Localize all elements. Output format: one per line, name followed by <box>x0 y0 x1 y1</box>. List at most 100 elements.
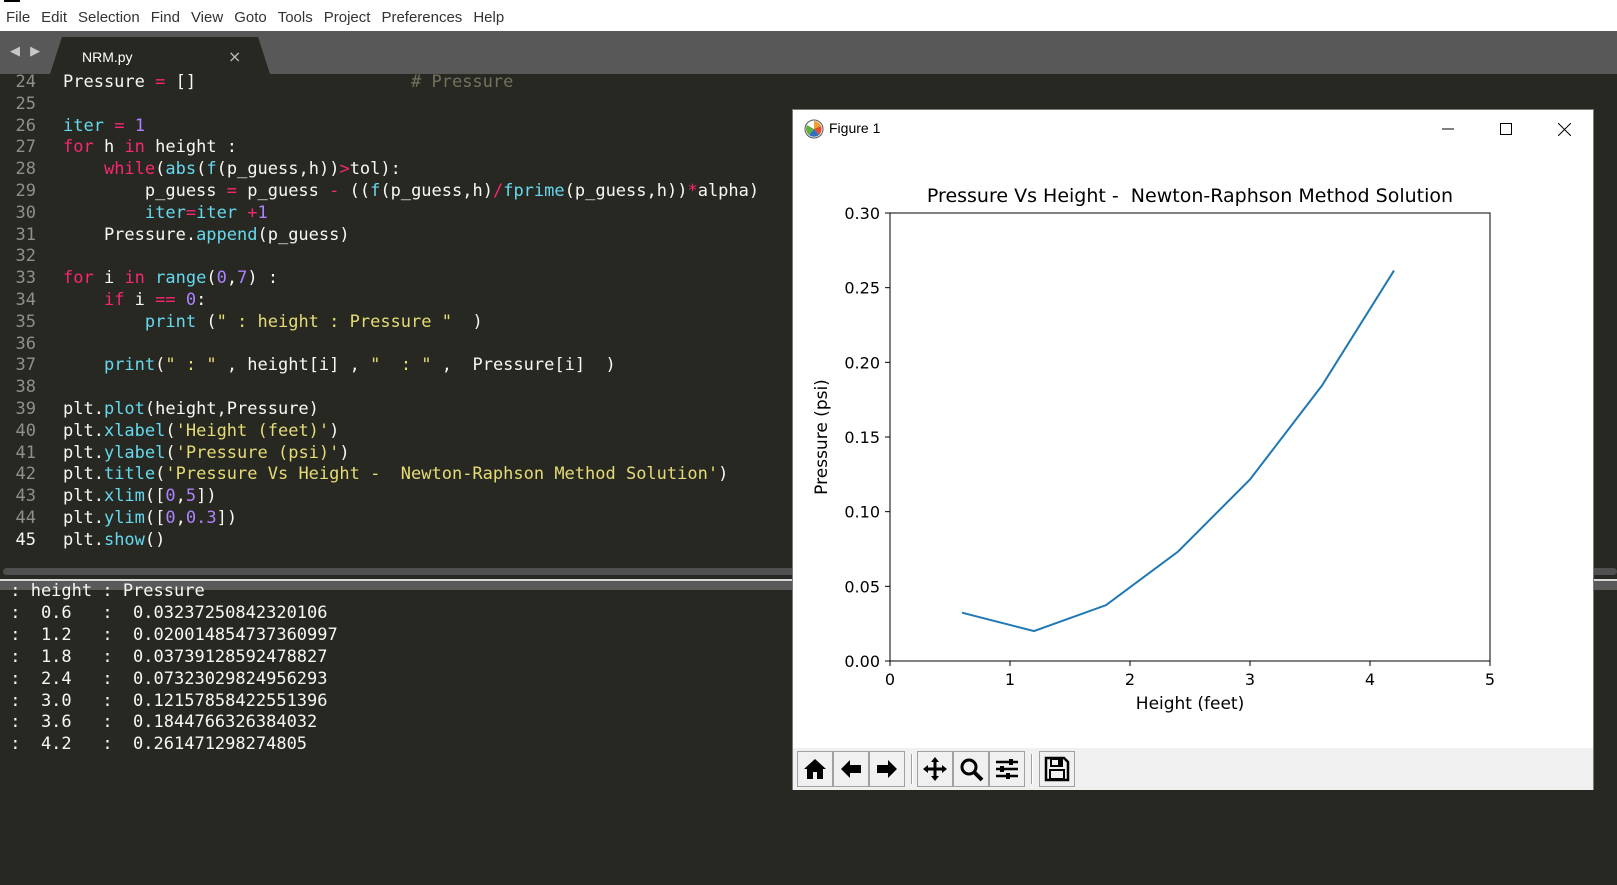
home-button[interactable] <box>797 751 833 787</box>
minimize-icon <box>1442 128 1454 130</box>
menu-find[interactable]: Find <box>151 9 180 26</box>
scrollbar-thumb-right[interactable] <box>1590 568 1617 575</box>
code-token: f <box>206 159 217 180</box>
line-number: 39 <box>15 399 36 419</box>
code-token: 1 <box>134 115 145 136</box>
plot-area: 0 1 2 3 4 5 0.00 0.05 0.10 0.15 0.20 0.25 0.30 Pressu… <box>793 148 1593 748</box>
home-icon <box>804 759 826 779</box>
code-token: 0 <box>165 508 176 528</box>
configure-subplots-button[interactable] <box>989 751 1025 787</box>
code-token: h <box>93 137 125 158</box>
save-button[interactable] <box>1039 751 1075 787</box>
code-token: alpha) <box>697 181 760 201</box>
pan-button[interactable] <box>917 751 953 787</box>
code-token: " : " <box>165 355 217 376</box>
menu-bar: File Edit Selection Find View Goto Tools Projec… <box>0 0 1617 31</box>
y-tick-label: 0.10 <box>844 503 880 522</box>
code-token: * <box>687 181 698 201</box>
zoom-icon <box>960 758 984 782</box>
code-text: plt.show() <box>63 529 165 552</box>
navigation-toolbar <box>793 748 1593 790</box>
line-chart: 0 1 2 3 4 5 0.00 0.05 0.10 0.15 0.20 0.25 0.30 Pressu… <box>812 185 1495 714</box>
code-token: 1 <box>257 202 268 223</box>
code-token: ( <box>196 311 217 332</box>
code-token: ) <box>451 311 483 332</box>
code-token: ( <box>155 355 166 376</box>
x-tick-label: 4 <box>1365 670 1375 689</box>
tab-nav-arrows-icon[interactable]: ◀ ▶ <box>10 44 43 59</box>
code-token: ) <box>718 464 729 485</box>
tab-close-icon[interactable]: × <box>228 47 241 66</box>
code-token: = <box>114 115 125 136</box>
code-token: : <box>196 290 207 310</box>
output-line: : 2.4 : 0.07323029824956293 <box>0 668 328 689</box>
menu-edit[interactable]: Edit <box>41 9 67 26</box>
menu-selection[interactable]: Selection <box>78 9 140 26</box>
menu-goto[interactable]: Goto <box>234 9 267 26</box>
line-number: 36 <box>15 333 36 354</box>
code-token: (p_guess,h)) <box>216 159 340 180</box>
code-text: print(" : " , height[i] , " : " , Pressu… <box>63 354 616 377</box>
maximize-icon <box>1500 123 1512 135</box>
menu-tools[interactable]: Tools <box>278 9 313 26</box>
code-token: in <box>124 268 145 289</box>
code-token: fprime <box>503 181 565 201</box>
code-line[interactable]: 24 Pressure = [] # Pressure <box>0 74 1617 94</box>
code-token: plt. <box>63 508 104 528</box>
code-token: , Pressure[i] ) <box>431 355 616 376</box>
code-token: (height,Pressure) <box>144 399 319 419</box>
code-token: (p_guess,h) <box>380 181 493 201</box>
code-token: print <box>103 355 156 376</box>
forward-arrow-icon <box>877 760 897 778</box>
menu-project[interactable]: Project <box>324 9 371 26</box>
code-token: = <box>185 202 197 223</box>
code-token: 'Pressure Vs Height - Newton-Raphson Met… <box>165 464 719 485</box>
code-token: i <box>93 268 125 289</box>
toolbar-separator <box>911 754 913 784</box>
code-token: abs <box>165 159 197 180</box>
minimize-button[interactable] <box>1419 110 1477 148</box>
forward-button[interactable] <box>869 751 905 787</box>
code-token: " : height : Pressure " <box>216 311 452 332</box>
figure-title-bar[interactable]: Figure 1 <box>793 110 1593 148</box>
menu-file[interactable]: File <box>6 9 30 26</box>
code-text: plt.plot(height,Pressure) <box>63 398 319 421</box>
code-token: f <box>370 181 381 201</box>
zoom-button[interactable] <box>953 751 989 787</box>
code-token: > <box>339 159 350 180</box>
menu-help[interactable]: Help <box>473 9 504 26</box>
y-axis-label: Pressure (psi) <box>812 379 832 495</box>
back-button[interactable] <box>833 751 869 787</box>
code-token: print <box>144 311 197 332</box>
y-tick-label: 0.25 <box>844 279 880 298</box>
code-token: 0 <box>165 486 176 507</box>
series-line <box>961 270 1395 633</box>
menu-items: File Edit Selection Find View Goto Tools Projec… <box>6 9 515 26</box>
line-number: 40 <box>15 420 36 441</box>
output-line: : 3.0 : 0.12157858422551396 <box>0 690 328 711</box>
chart-title: Pressure Vs Height - Newton-Raphson Meth… <box>927 185 1453 207</box>
code-text: Pressure = [] # Pressure <box>63 74 513 94</box>
code-token: 7 <box>237 268 248 289</box>
x-tick-label: 1 <box>1005 670 1015 689</box>
code-token: - <box>329 181 340 201</box>
code-token: " : " <box>370 355 432 376</box>
line-number: 43 <box>15 486 36 507</box>
code-token: plt. <box>63 464 104 485</box>
scrollbar-thumb[interactable] <box>3 568 798 575</box>
menu-view[interactable]: View <box>191 9 223 26</box>
code-text: iter=iter +1 <box>63 202 268 225</box>
code-token: p_guess <box>237 181 330 201</box>
save-icon <box>1044 756 1070 782</box>
maximize-button[interactable] <box>1477 110 1535 148</box>
tab-nrm-py[interactable]: NRM.py × <box>50 37 270 74</box>
menu-bar-edge <box>4 0 20 2</box>
menu-preferences[interactable]: Preferences <box>381 9 462 26</box>
close-window-button[interactable] <box>1535 110 1593 148</box>
code-token: Pressure. <box>63 224 197 245</box>
